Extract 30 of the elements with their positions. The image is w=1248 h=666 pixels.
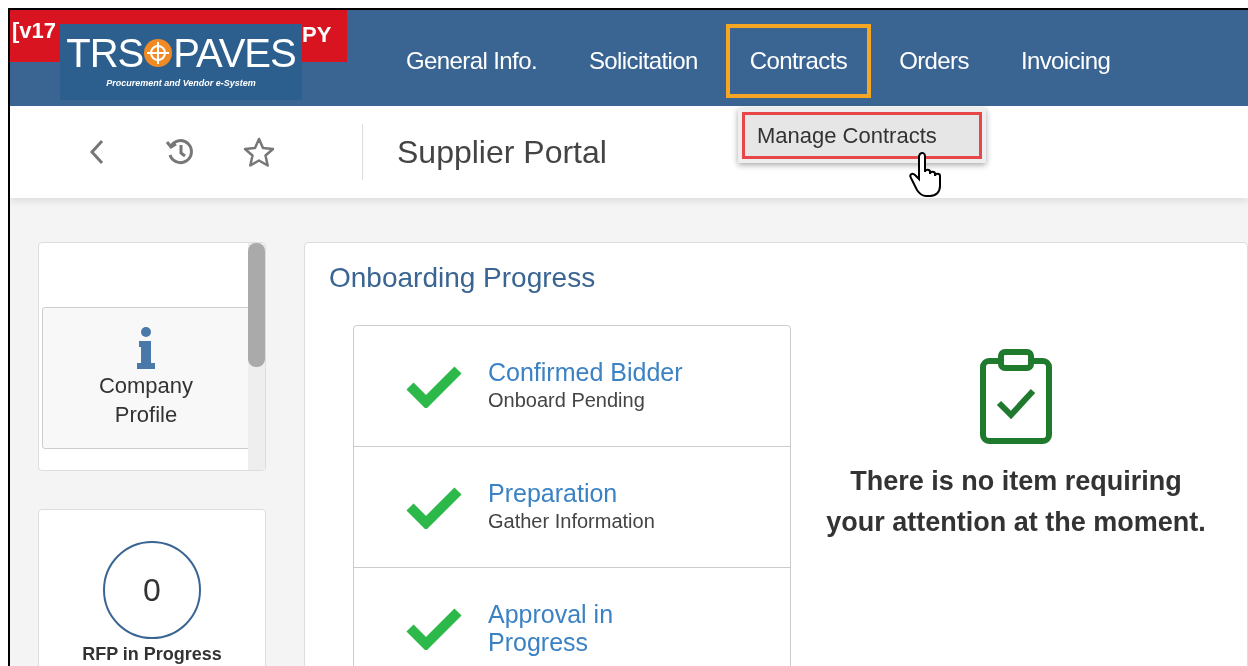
panel-title: Onboarding Progress	[329, 261, 597, 295]
tile-button[interactable]: Company Profile	[42, 307, 250, 449]
step-title-link[interactable]: Approval in Progress	[488, 600, 718, 656]
menu-item[interactable]: Manage Contracts	[742, 112, 982, 159]
environment-label: PY	[302, 24, 332, 46]
step-title-link[interactable]: Preparation	[488, 479, 718, 507]
nav-tab[interactable]: Contracts	[725, 24, 872, 98]
info-icon	[137, 327, 155, 369]
nav-tab[interactable]: Solicitation	[564, 24, 722, 98]
count-badge: 0	[103, 541, 201, 639]
nav-tab[interactable]: Orders	[875, 24, 993, 98]
logo-text: TRS	[66, 33, 144, 74]
environment-label: [v17	[12, 20, 57, 42]
star-icon[interactable]	[242, 136, 276, 168]
step-subtitle: Gather Information	[488, 509, 656, 534]
step-title-link[interactable]: Confirmed Bidder	[488, 358, 718, 386]
tile-card[interactable]: 0 RFP in Progress	[38, 509, 266, 666]
back-icon[interactable]	[88, 138, 106, 166]
scrollbar[interactable]	[248, 243, 265, 470]
step-subtitle: Onboard Pending	[488, 388, 646, 413]
logo-tagline: Procurement and Vendor e-System	[106, 77, 256, 91]
tile-label: RFP in Progress	[82, 643, 222, 666]
page-title: Supplier Portal	[397, 133, 607, 172]
logo[interactable]: TRS PAVES Procurement and Vendor e-System	[60, 24, 302, 100]
nav-tab[interactable]: Invoicing	[996, 24, 1135, 98]
compass-icon	[144, 39, 173, 68]
clipboard-check-icon	[979, 349, 1053, 445]
nav-tab[interactable]: General Info.	[382, 24, 561, 98]
empty-state-message: There is no item requiring your attention at the moment.	[826, 465, 1206, 539]
logo-text: PAVES	[173, 33, 296, 74]
